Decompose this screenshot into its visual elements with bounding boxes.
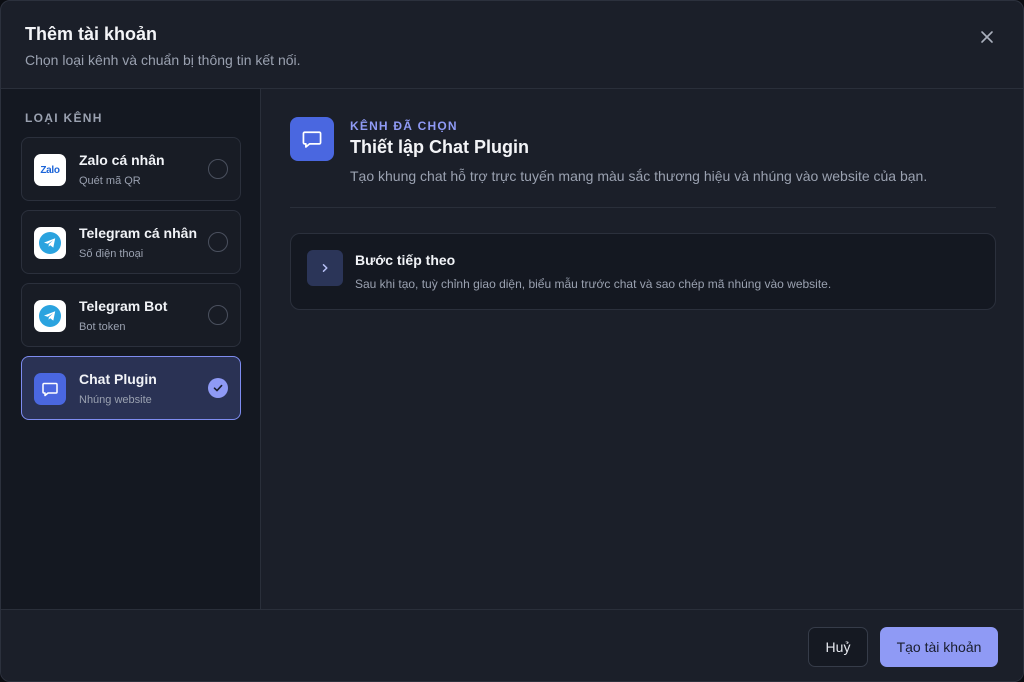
dialog-header: Thêm tài khoản Chọn loại kênh và chuẩn b… xyxy=(1,1,1023,89)
close-icon[interactable] xyxy=(979,29,995,45)
channel-type-sidebar: LOẠI KÊNH Zalo Zalo cá nhân Quét mã QR T… xyxy=(1,89,261,609)
radio-unchecked[interactable] xyxy=(208,305,228,325)
next-step-description: Sau khi tạo, tuỳ chỉnh giao diện, biểu m… xyxy=(355,277,832,291)
dialog-subtitle: Chọn loại kênh và chuẩn bị thông tin kết… xyxy=(25,52,301,68)
channel-description: Nhúng website xyxy=(79,394,152,406)
channel-description: Bot token xyxy=(79,321,126,333)
selected-channel-title: Thiết lập Chat Plugin xyxy=(350,137,529,157)
channel-option-chat-plugin[interactable]: Chat Plugin Nhúng website xyxy=(21,356,241,420)
add-account-dialog: Thêm tài khoản Chọn loại kênh và chuẩn b… xyxy=(0,0,1024,682)
chevron-right-icon[interactable] xyxy=(307,250,343,286)
sidebar-heading: LOẠI KÊNH xyxy=(25,111,103,125)
next-step-card: Bước tiếp theo Sau khi tạo, tuỳ chỉnh gi… xyxy=(290,233,996,310)
channel-option-telegram-bot[interactable]: Telegram Bot Bot token xyxy=(21,283,241,347)
zalo-logo-text: Zalo xyxy=(40,164,60,176)
divider xyxy=(290,207,996,208)
channel-description: Quét mã QR xyxy=(79,175,141,187)
selected-channel-description: Tạo khung chat hỗ trợ trực tuyến mang mà… xyxy=(350,168,928,184)
channel-name: Zalo cá nhân xyxy=(79,152,165,168)
channel-option-zalo-personal[interactable]: Zalo Zalo cá nhân Quét mã QR xyxy=(21,137,241,201)
zalo-logo-icon: Zalo xyxy=(34,154,66,186)
channel-name: Telegram Bot xyxy=(79,298,168,314)
channel-option-telegram-personal[interactable]: Telegram cá nhân Số điện thoại xyxy=(21,210,241,274)
cancel-button[interactable]: Huỷ xyxy=(808,627,868,667)
dialog-title: Thêm tài khoản xyxy=(25,24,158,44)
radio-unchecked[interactable] xyxy=(208,159,228,179)
telegram-icon xyxy=(34,300,66,332)
checkmark-icon xyxy=(213,384,223,392)
chat-bubble-icon xyxy=(34,373,66,405)
channel-name: Telegram cá nhân xyxy=(79,225,198,241)
create-account-button[interactable]: Tạo tài khoản xyxy=(880,627,998,667)
dialog-footer: Huỷ Tạo tài khoản xyxy=(1,609,1023,681)
channel-description: Số điện thoại xyxy=(79,248,144,260)
radio-unchecked[interactable] xyxy=(208,232,228,252)
radio-checked[interactable] xyxy=(208,378,228,398)
selected-channel-eyebrow: KÊNH ĐÃ CHỌN xyxy=(350,119,458,133)
chat-bubble-icon xyxy=(290,117,334,161)
channel-name: Chat Plugin xyxy=(79,371,157,387)
telegram-icon xyxy=(34,227,66,259)
channel-detail-panel: KÊNH ĐÃ CHỌN Thiết lập Chat Plugin Tạo k… xyxy=(262,89,1023,609)
next-step-title: Bước tiếp theo xyxy=(355,252,456,268)
